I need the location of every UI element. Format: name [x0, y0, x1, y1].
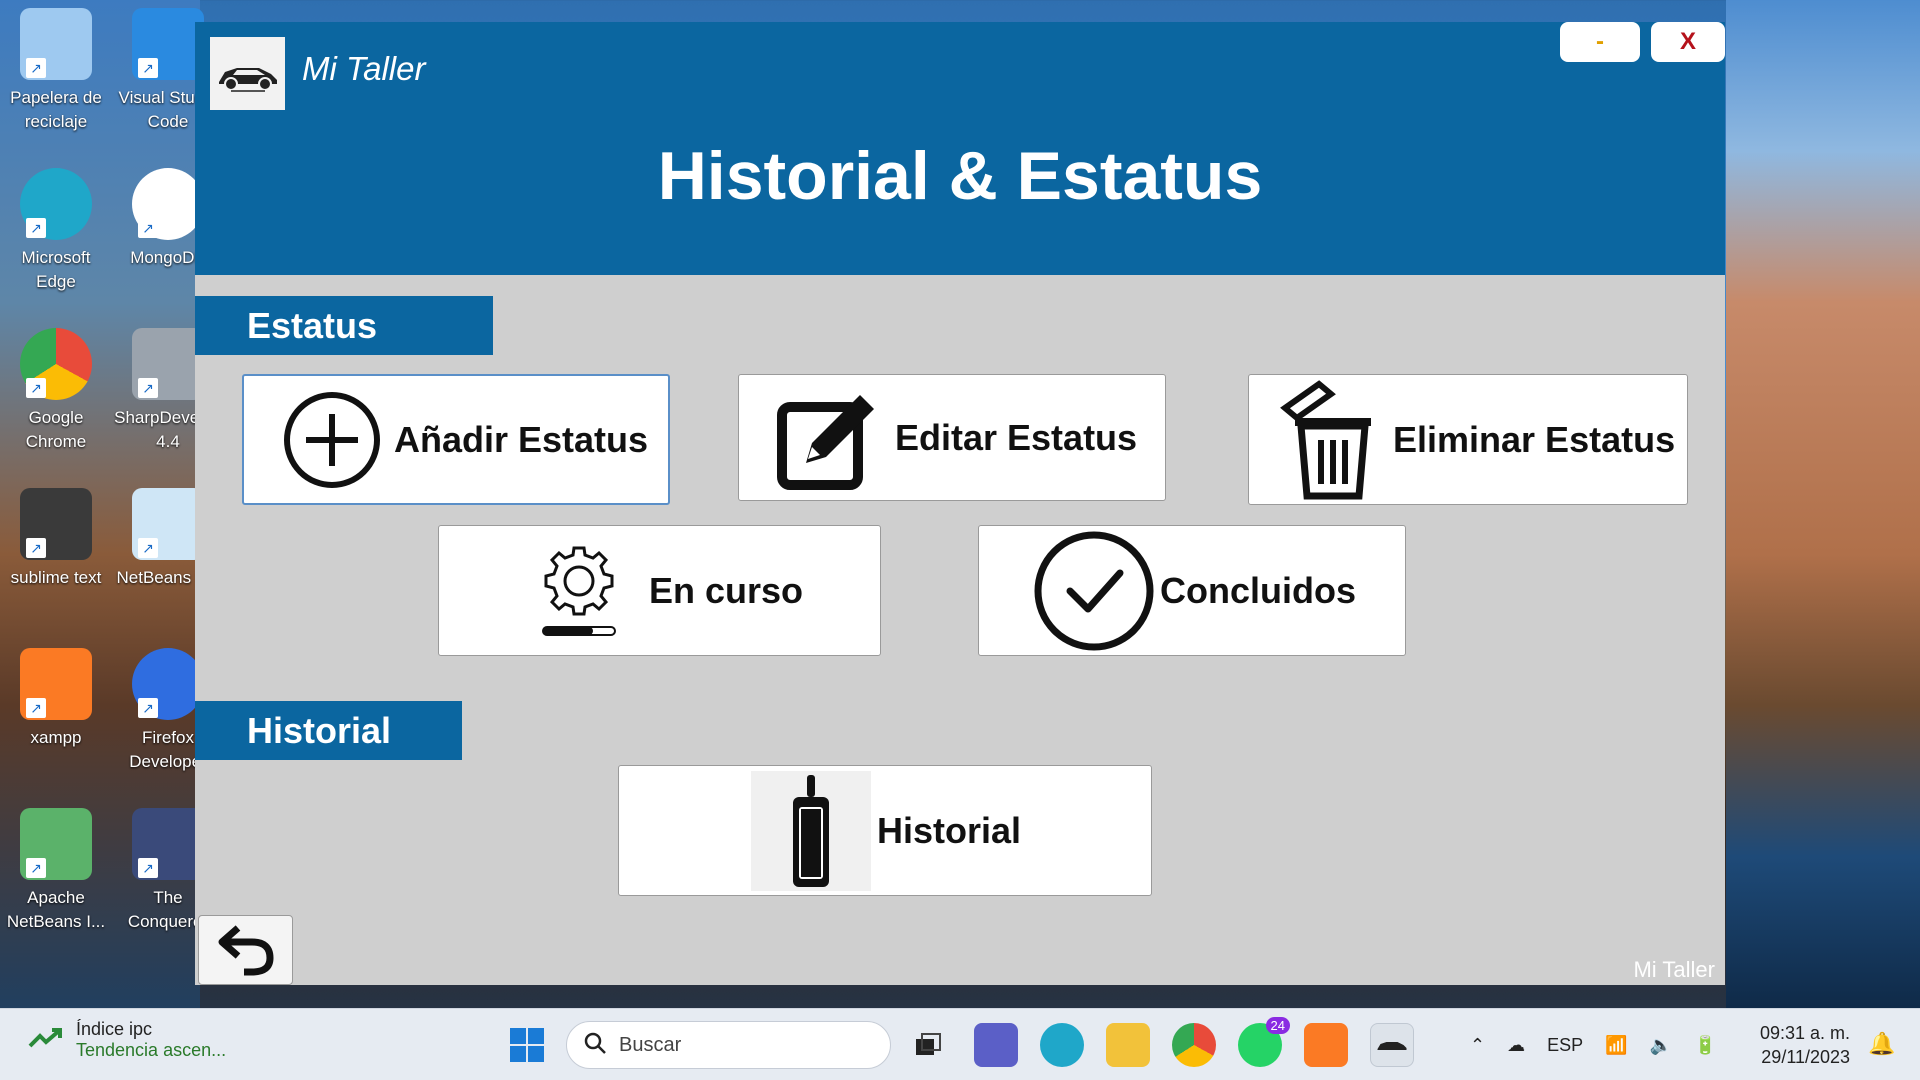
- sublime-text-icon: [20, 488, 92, 560]
- mongodb-icon: [132, 168, 204, 240]
- desktop-icon-label: xampp: [30, 728, 82, 747]
- netbeans-icon: [132, 488, 204, 560]
- completed-label: Concluidos: [1160, 569, 1356, 611]
- desktop-icon-sublime[interactable]: sublime text: [0, 488, 112, 590]
- search-placeholder: Buscar: [619, 1033, 682, 1056]
- volume-icon[interactable]: 🔈: [1650, 1035, 1672, 1056]
- xampp-icon: [20, 648, 92, 720]
- desktop-icon-xampp[interactable]: xampp: [0, 648, 112, 750]
- firefox-icon: [132, 648, 204, 720]
- edit-status-button[interactable]: Editar Estatus: [738, 374, 1166, 501]
- search-icon: [583, 1031, 607, 1060]
- xampp-taskbar-icon[interactable]: [1304, 1023, 1348, 1067]
- close-button[interactable]: X: [1651, 22, 1725, 62]
- trend-up-icon: [28, 1026, 64, 1055]
- windows-start-icon[interactable]: [509, 1027, 545, 1063]
- edge-taskbar-icon[interactable]: [1040, 1023, 1084, 1067]
- section-title-historial: Historial: [195, 701, 462, 760]
- car-logo-icon: [210, 37, 285, 110]
- desktop-icon-label: sublime text: [10, 568, 102, 587]
- taskbar-search-box[interactable]: Buscar: [566, 1021, 891, 1069]
- file-explorer-icon[interactable]: [1106, 1023, 1150, 1067]
- app-window: Mi Taller Historial & Estatus - X Estatu…: [195, 22, 1725, 985]
- chrome-icon: [20, 328, 92, 400]
- teams-chat-icon[interactable]: [974, 1023, 1018, 1067]
- edit-pencil-icon: [776, 385, 882, 491]
- history-button[interactable]: Historial: [618, 765, 1152, 896]
- wallpaper-right: [1726, 0, 1920, 1008]
- apache-netbeans-icon: [20, 808, 92, 880]
- onedrive-icon[interactable]: ☁: [1507, 1035, 1525, 1056]
- check-circle-icon: [1034, 531, 1154, 651]
- chevron-up-icon[interactable]: ⌃: [1470, 1035, 1485, 1056]
- desktop-icon-apache-netbeans[interactable]: Apache NetBeans I...: [0, 808, 112, 934]
- trash-icon: [1279, 379, 1375, 500]
- edge-icon: [20, 168, 92, 240]
- delete-status-button[interactable]: Eliminar Estatus: [1248, 374, 1688, 505]
- section-title-estatus: Estatus: [195, 296, 493, 355]
- widget-subtitle: Tendencia ascen...: [76, 1040, 227, 1060]
- mi-taller-taskbar-icon[interactable]: [1370, 1023, 1414, 1067]
- add-status-button[interactable]: Añadir Estatus: [242, 374, 670, 505]
- app-header: Mi Taller Historial & Estatus - X: [195, 22, 1725, 275]
- desktop-icon-chrome[interactable]: Google Chrome: [0, 328, 112, 454]
- language-indicator[interactable]: ESP: [1547, 1035, 1583, 1056]
- sharpdevelop-icon: [132, 328, 204, 400]
- app-name: Mi Taller: [302, 50, 426, 87]
- weather-news-widget[interactable]: Índice ipc Tendencia ascen...: [28, 1019, 226, 1061]
- footer-brand: Mi Taller: [1633, 957, 1715, 982]
- wifi-icon[interactable]: 📶: [1605, 1035, 1627, 1056]
- gear-icon: [539, 541, 619, 641]
- desktop-icon-label: Papelera de reciclaje: [10, 88, 102, 131]
- page-title: Historial & Estatus: [657, 138, 1263, 214]
- edit-status-label: Editar Estatus: [895, 416, 1138, 458]
- in-progress-label: En curso: [649, 569, 804, 611]
- taskbar: Índice ipc Tendencia ascen... Buscar 24 …: [0, 1008, 1920, 1080]
- clock[interactable]: 09:31 a. m. 29/11/2023: [1760, 1021, 1850, 1069]
- plus-circle-icon: [282, 390, 382, 490]
- widget-title: Índice ipc: [76, 1019, 153, 1039]
- desktop-icon-label: Apache NetBeans I...: [6, 888, 106, 931]
- task-view-icon[interactable]: [906, 1023, 950, 1067]
- history-icon: [751, 770, 871, 891]
- add-status-label: Añadir Estatus: [394, 418, 649, 460]
- minimize-button[interactable]: -: [1560, 22, 1640, 62]
- clock-time: 09:31 a. m.: [1760, 1023, 1851, 1043]
- desktop-icon-edge[interactable]: Microsoft Edge: [0, 168, 112, 294]
- back-button[interactable]: [198, 915, 293, 985]
- completed-button[interactable]: Concluidos: [978, 525, 1406, 656]
- conqueror-icon: [132, 808, 204, 880]
- chrome-taskbar-icon[interactable]: [1172, 1023, 1216, 1067]
- in-progress-button[interactable]: En curso: [438, 525, 881, 656]
- system-tray: ⌃ ☁ ESP 📶 🔈 🔋: [1470, 1009, 1716, 1080]
- vscode-icon: [132, 8, 204, 80]
- clock-date: 29/11/2023: [1761, 1047, 1851, 1067]
- recycle-bin-icon: [20, 8, 92, 80]
- whatsapp-badge: 24: [1265, 1017, 1290, 1034]
- notification-bell-icon[interactable]: 🔔: [1868, 1031, 1895, 1057]
- desktop-icon-label: Google Chrome: [25, 408, 87, 451]
- history-label: Historial: [877, 809, 1022, 851]
- battery-icon[interactable]: 🔋: [1694, 1035, 1716, 1056]
- desktop-icon-recycle-bin[interactable]: Papelera de reciclaje: [0, 8, 112, 134]
- back-arrow-icon: [216, 918, 276, 983]
- delete-status-label: Eliminar Estatus: [1393, 418, 1676, 460]
- desktop-icon-label: Microsoft Edge: [21, 248, 91, 291]
- whatsapp-icon[interactable]: 24: [1238, 1017, 1290, 1067]
